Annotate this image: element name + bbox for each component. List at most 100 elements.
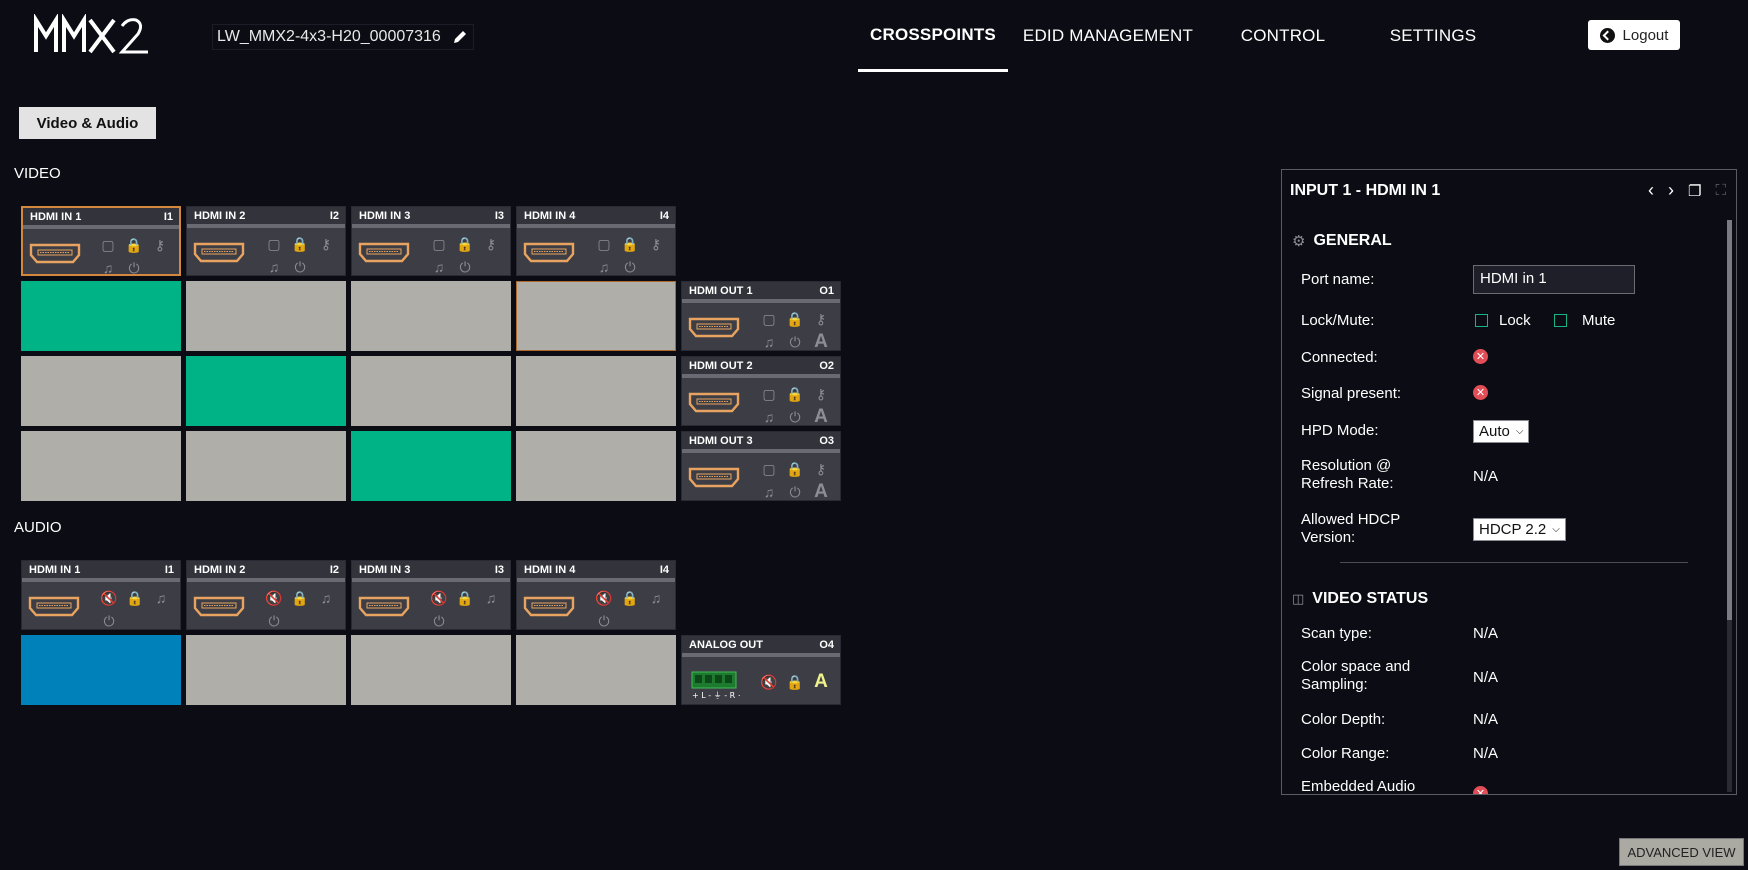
chevron-left-icon[interactable]: ‹ [1648, 180, 1654, 201]
audio-input-2[interactable]: HDMI IN 2 I2 🔇 🔒 ♫ ⏻ [186, 560, 346, 630]
port-id: I1 [164, 563, 174, 576]
lock-checkbox[interactable] [1475, 314, 1488, 327]
video-crosspoint-o2-i4[interactable] [516, 356, 676, 426]
lock-icon: 🔒 [621, 235, 639, 252]
plug-icon: ⏻ [103, 612, 115, 629]
music-note-icon: ♫ [763, 333, 775, 350]
lock-icon: 🔒 [126, 589, 144, 606]
autoselect-label: A [814, 671, 828, 692]
music-note-icon: ♫ [485, 589, 497, 606]
video-crosspoint-o3-i1[interactable] [21, 431, 181, 501]
panel-title: INPUT 1 - HDMI IN 1 [1290, 182, 1441, 199]
music-note-icon: ♫ [650, 589, 662, 606]
video-output-1[interactable]: HDMI OUT 1 O1 ▢ 🔒 ⚷ ♫ ⏻ A [681, 281, 841, 351]
hdmi-connector-icon [523, 595, 575, 622]
pencil-icon[interactable] [451, 28, 469, 46]
tab-crosspoints[interactable]: CROSSPOINTS [858, 0, 1008, 72]
audio-crosspoint-o4-i3[interactable] [351, 635, 511, 705]
port-name: HDMI IN 2 [194, 209, 246, 222]
video-crosspoint-o2-i2[interactable] [186, 356, 346, 426]
monitor-off-icon: ▢ [267, 235, 281, 252]
key-icon: ⚷ [815, 310, 827, 327]
scan-type-label: Scan type: [1301, 625, 1372, 642]
port-id: O1 [819, 284, 834, 297]
video-input-4[interactable]: HDMI IN 4 I4 ▢ 🔒 ⚷ ♫ ⏻ [516, 206, 676, 276]
plug-icon: ⏻ [624, 258, 636, 275]
port-name-input[interactable]: HDMI in 1 [1473, 265, 1635, 294]
hpd-mode-select[interactable]: Auto ⌵ [1473, 420, 1530, 443]
audio-section-label: AUDIO [14, 519, 62, 536]
audio-input-1[interactable]: HDMI IN 1 I1 🔇 🔒 ♫ ⏻ [21, 560, 181, 630]
logout-button[interactable]: Logout [1588, 20, 1680, 50]
mmx2-logo [34, 14, 148, 54]
tab-edid-management[interactable]: EDID MANAGEMENT [1008, 0, 1208, 72]
video-crosspoint-o2-i3[interactable] [351, 356, 511, 426]
port-name: HDMI IN 4 [524, 563, 576, 576]
monitor-off-icon: ▢ [432, 235, 446, 252]
mute-checkbox-label: Mute [1582, 312, 1616, 329]
audio-input-3[interactable]: HDMI IN 3 I3 🔇 🔒 ♫ ⏻ [351, 560, 511, 630]
video-input-2[interactable]: HDMI IN 2 I2 ▢ 🔒 ⚷ ♫ ⏻ [186, 206, 346, 276]
audio-input-4[interactable]: HDMI IN 4 I4 🔇 🔒 ♫ ⏻ [516, 560, 676, 630]
plug-icon: ⏻ [789, 408, 801, 425]
subtab-video-audio[interactable]: Video & Audio [19, 107, 156, 139]
port-id: O3 [819, 434, 834, 447]
gears-icon: ⚙ [1292, 233, 1306, 250]
chevron-right-icon[interactable]: › [1668, 180, 1674, 201]
advanced-view-button[interactable]: ADVANCED VIEW [1619, 838, 1744, 866]
video-crosspoint-o2-i1[interactable] [21, 356, 181, 426]
video-crosspoint-o3-i2[interactable] [186, 431, 346, 501]
window-restore-icon[interactable]: ❐ [1688, 182, 1701, 200]
lock-icon: 🔒 [786, 673, 804, 690]
port-name: HDMI IN 3 [359, 209, 411, 222]
port-id: I4 [659, 563, 669, 576]
connected-label: Connected: [1301, 349, 1378, 366]
audio-crosspoint-o4-i4[interactable] [516, 635, 676, 705]
video-output-2[interactable]: HDMI OUT 2 O2 ▢ 🔒 ⚷ ♫ ⏻ A [681, 356, 841, 426]
music-note-icon: ♫ [433, 258, 445, 275]
mute-checkbox[interactable] [1554, 314, 1567, 327]
music-note-icon: ♫ [763, 408, 775, 425]
port-id: I1 [163, 210, 173, 223]
audio-crosspoint-o4-i1[interactable] [21, 635, 181, 705]
audio-crosspoint-o4-i2[interactable] [186, 635, 346, 705]
port-name: HDMI IN 1 [30, 210, 82, 223]
tab-settings[interactable]: SETTINGS [1358, 0, 1508, 72]
hdmi-connector-icon [523, 241, 575, 268]
video-crosspoint-o1-i4[interactable] [516, 281, 676, 351]
port-name: HDMI IN 1 [29, 563, 81, 576]
device-name[interactable]: LW_MMX2-4x3-H20_00007316 [212, 24, 474, 50]
video-crosspoint-o1-i1[interactable] [21, 281, 181, 351]
monitor-off-icon: ▢ [101, 236, 115, 253]
fullscreen-icon[interactable]: ⛶ [1715, 182, 1726, 199]
lock-icon: 🔒 [786, 460, 804, 477]
tab-control[interactable]: CONTROL [1208, 0, 1358, 72]
color-depth-value: N/A [1473, 711, 1499, 728]
signal-false-icon: ✕ [1473, 385, 1488, 400]
audio-output-analog[interactable]: ANALOG OUT O4 + L - ⏚ - R + 🔇 🔒 A [681, 635, 841, 705]
video-crosspoint-o3-i4[interactable] [516, 431, 676, 501]
lock-icon: 🔒 [291, 235, 309, 252]
autoselect-label: A [814, 406, 828, 426]
video-crosspoint-o3-i3[interactable] [351, 431, 511, 501]
lock-icon: 🔒 [456, 589, 474, 606]
hdmi-connector-icon [688, 316, 740, 343]
section-divider [1340, 562, 1688, 563]
hdmi-connector-icon [688, 391, 740, 418]
video-crosspoint-o1-i3[interactable] [351, 281, 511, 351]
panel-scrollbar-thumb[interactable] [1727, 220, 1732, 620]
hdcp-version-select[interactable]: HDCP 2.2 ⌵ [1473, 518, 1566, 541]
video-crosspoint-o1-i2[interactable] [186, 281, 346, 351]
port-id: I3 [494, 563, 504, 576]
plug-icon: ⏻ [433, 612, 445, 629]
video-input-1[interactable]: HDMI IN 1 I1 ▢ 🔒 ⚷ ♫ ⏻ [21, 206, 181, 276]
device-name-text: LW_MMX2-4x3-H20_00007316 [217, 28, 441, 45]
video-input-3[interactable]: HDMI IN 3 I3 ▢ 🔒 ⚷ ♫ ⏻ [351, 206, 511, 276]
plug-icon: ⏻ [789, 333, 801, 350]
logout-label: Logout [1622, 26, 1669, 44]
allowed-hdcp-label: Allowed HDCP Version: [1301, 511, 1401, 546]
hdmi-connector-icon [29, 242, 81, 269]
plug-icon: ⏻ [294, 258, 306, 275]
video-output-3[interactable]: HDMI OUT 3 O3 ▢ 🔒 ⚷ ♫ ⏻ A [681, 431, 841, 501]
port-id: I2 [329, 209, 339, 222]
